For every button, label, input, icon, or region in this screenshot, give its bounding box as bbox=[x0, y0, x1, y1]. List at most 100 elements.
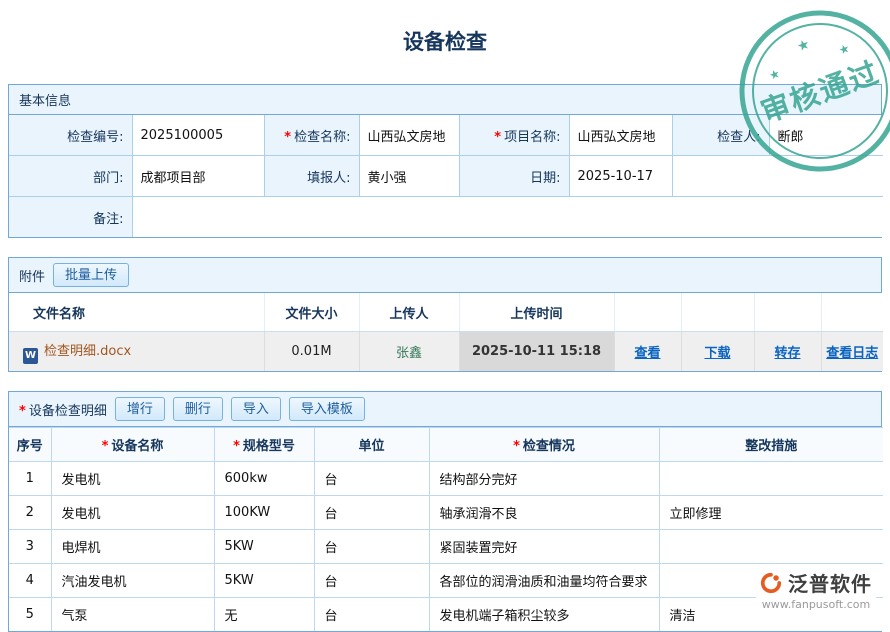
upload-time-cell: 2025-10-11 15:18 bbox=[459, 332, 614, 372]
file-size-header: 文件大小 bbox=[264, 293, 359, 332]
unit-cell: 台 bbox=[314, 462, 429, 496]
date-label: 日期: bbox=[459, 156, 569, 197]
project-name-label-text: 项目名称: bbox=[504, 130, 560, 145]
detail-row: 3 电焊机 5KW 台 紧固装置完好 bbox=[9, 530, 883, 564]
seq-cell: 3 bbox=[9, 530, 51, 564]
basic-info-header-bar: 基本信息 bbox=[9, 85, 881, 115]
device-name-cell: 发电机 bbox=[51, 462, 214, 496]
actions-header bbox=[821, 293, 883, 332]
inspector-value: 断郎 bbox=[769, 115, 883, 156]
detail-row: 4 汽油发电机 5KW 台 各部位的润滑油质和油量均符合要求 bbox=[9, 564, 883, 598]
actions-header bbox=[681, 293, 754, 332]
device-name-cell: 电焊机 bbox=[51, 530, 214, 564]
device-name-header-text: 设备名称 bbox=[111, 439, 163, 454]
required-mark: * bbox=[233, 439, 240, 454]
fanpu-logo-icon bbox=[760, 572, 782, 594]
spec-cell: 5KW bbox=[214, 564, 314, 598]
file-name-cell: W 检查明细.docx bbox=[9, 332, 264, 372]
measure-header: 整改措施 bbox=[659, 428, 883, 462]
basic-info-row-3: 备注: bbox=[9, 197, 883, 238]
situation-header: *检查情况 bbox=[429, 428, 659, 462]
dept-label-text: 部门: bbox=[93, 171, 123, 186]
seq-cell: 1 bbox=[9, 462, 51, 496]
device-name-cell: 气泵 bbox=[51, 598, 214, 632]
attachments-title: 附件 bbox=[19, 266, 45, 285]
actions-header bbox=[614, 293, 681, 332]
import-button[interactable]: 导入 bbox=[231, 397, 281, 421]
detail-row: 1 发电机 600kw 台 结构部分完好 bbox=[9, 462, 883, 496]
delete-row-button[interactable]: 删行 bbox=[173, 397, 223, 421]
check-no-value: 2025100005 bbox=[132, 115, 264, 156]
detail-title: *设备检查明细 bbox=[19, 400, 107, 419]
empty-cell bbox=[672, 156, 883, 197]
attachments-header-bar: 附件 批量上传 bbox=[9, 258, 881, 293]
situation-cell: 紧固装置完好 bbox=[429, 530, 659, 564]
check-name-value: 山西弘文房地 bbox=[359, 115, 459, 156]
basic-info-section: 基本信息 检查编号: 2025100005 *检查名称: 山西弘文房地 *项目名… bbox=[8, 84, 882, 238]
add-row-button[interactable]: 增行 bbox=[115, 397, 165, 421]
download-link[interactable]: 下载 bbox=[704, 346, 730, 361]
unit-cell: 台 bbox=[314, 598, 429, 632]
detail-section: *设备检查明细 增行 删行 导入 导入模板 序号 *设备名称 *规格型号 单位 … bbox=[8, 391, 882, 632]
dept-label: 部门: bbox=[9, 156, 132, 197]
page-title: 设备检查 bbox=[0, 14, 890, 70]
seq-cell: 2 bbox=[9, 496, 51, 530]
device-name-header: *设备名称 bbox=[51, 428, 214, 462]
check-no-label-text: 检查编号: bbox=[67, 130, 123, 145]
project-name-label: *项目名称: bbox=[459, 115, 569, 156]
spec-cell: 600kw bbox=[214, 462, 314, 496]
spec-cell: 5KW bbox=[214, 530, 314, 564]
check-name-label: *检查名称: bbox=[264, 115, 359, 156]
remark-value bbox=[132, 197, 883, 238]
measure-cell bbox=[659, 462, 883, 496]
attachments-header-row: 文件名称 文件大小 上传人 上传时间 bbox=[9, 293, 883, 332]
required-mark: * bbox=[102, 439, 109, 454]
view-link[interactable]: 查看 bbox=[634, 346, 660, 361]
unit-cell: 台 bbox=[314, 530, 429, 564]
unit-cell: 台 bbox=[314, 564, 429, 598]
measure-cell: 立即修理 bbox=[659, 496, 883, 530]
unit-header: 单位 bbox=[314, 428, 429, 462]
spec-header-text: 规格型号 bbox=[243, 439, 295, 454]
file-name-link[interactable]: 检查明细.docx bbox=[44, 344, 131, 359]
view-log-action-cell: 查看日志 bbox=[821, 332, 883, 372]
device-name-cell: 发电机 bbox=[51, 496, 214, 530]
detail-title-text: 设备检查明细 bbox=[29, 404, 107, 419]
inspector-label: 检查人: bbox=[672, 115, 769, 156]
footer-brand: 泛普软件 www.fanpusoft.com bbox=[756, 566, 876, 613]
uploader-header: 上传人 bbox=[359, 293, 459, 332]
basic-info-row-2: 部门: 成都项目部 填报人: 黄小强 日期: 2025-10-17 bbox=[9, 156, 883, 197]
view-action-cell: 查看 bbox=[614, 332, 681, 372]
detail-header-bar: *设备检查明细 增行 删行 导入 导入模板 bbox=[9, 392, 881, 427]
device-name-cell: 汽油发电机 bbox=[51, 564, 214, 598]
seq-cell: 4 bbox=[9, 564, 51, 598]
date-value: 2025-10-17 bbox=[569, 156, 672, 197]
detail-row: 2 发电机 100KW 台 轴承润滑不良 立即修理 bbox=[9, 496, 883, 530]
word-doc-icon: W bbox=[23, 348, 38, 364]
measure-cell bbox=[659, 530, 883, 564]
check-name-label-text: 检查名称: bbox=[294, 130, 350, 145]
remark-label-text: 备注: bbox=[93, 212, 123, 227]
file-size-cell: 0.01M bbox=[264, 332, 359, 372]
situation-cell: 结构部分完好 bbox=[429, 462, 659, 496]
basic-info-title: 基本信息 bbox=[19, 90, 71, 109]
basic-info-row-1: 检查编号: 2025100005 *检查名称: 山西弘文房地 *项目名称: 山西… bbox=[9, 115, 883, 156]
view-log-link[interactable]: 查看日志 bbox=[826, 346, 878, 361]
required-mark: * bbox=[19, 404, 26, 419]
import-template-button[interactable]: 导入模板 bbox=[289, 397, 365, 421]
batch-upload-button[interactable]: 批量上传 bbox=[53, 263, 129, 287]
basic-info-table: 检查编号: 2025100005 *检查名称: 山西弘文房地 *项目名称: 山西… bbox=[9, 115, 883, 237]
project-name-value: 山西弘文房地 bbox=[569, 115, 672, 156]
remark-label: 备注: bbox=[9, 197, 132, 238]
reporter-value: 黄小强 bbox=[359, 156, 459, 197]
brand-url: www.fanpusoft.com bbox=[760, 598, 872, 611]
detail-table: 序号 *设备名称 *规格型号 单位 *检查情况 整改措施 1 发电机 600kw… bbox=[9, 427, 883, 631]
reporter-label-text: 填报人: bbox=[307, 171, 350, 186]
save-as-link[interactable]: 转存 bbox=[774, 346, 800, 361]
upload-time-header: 上传时间 bbox=[459, 293, 614, 332]
attachments-section: 附件 批量上传 文件名称 文件大小 上传人 上传时间 W 检查明细.docx 0.… bbox=[8, 257, 882, 372]
spec-cell: 无 bbox=[214, 598, 314, 632]
situation-cell: 轴承润滑不良 bbox=[429, 496, 659, 530]
date-label-text: 日期: bbox=[530, 171, 560, 186]
required-mark: * bbox=[494, 130, 501, 145]
